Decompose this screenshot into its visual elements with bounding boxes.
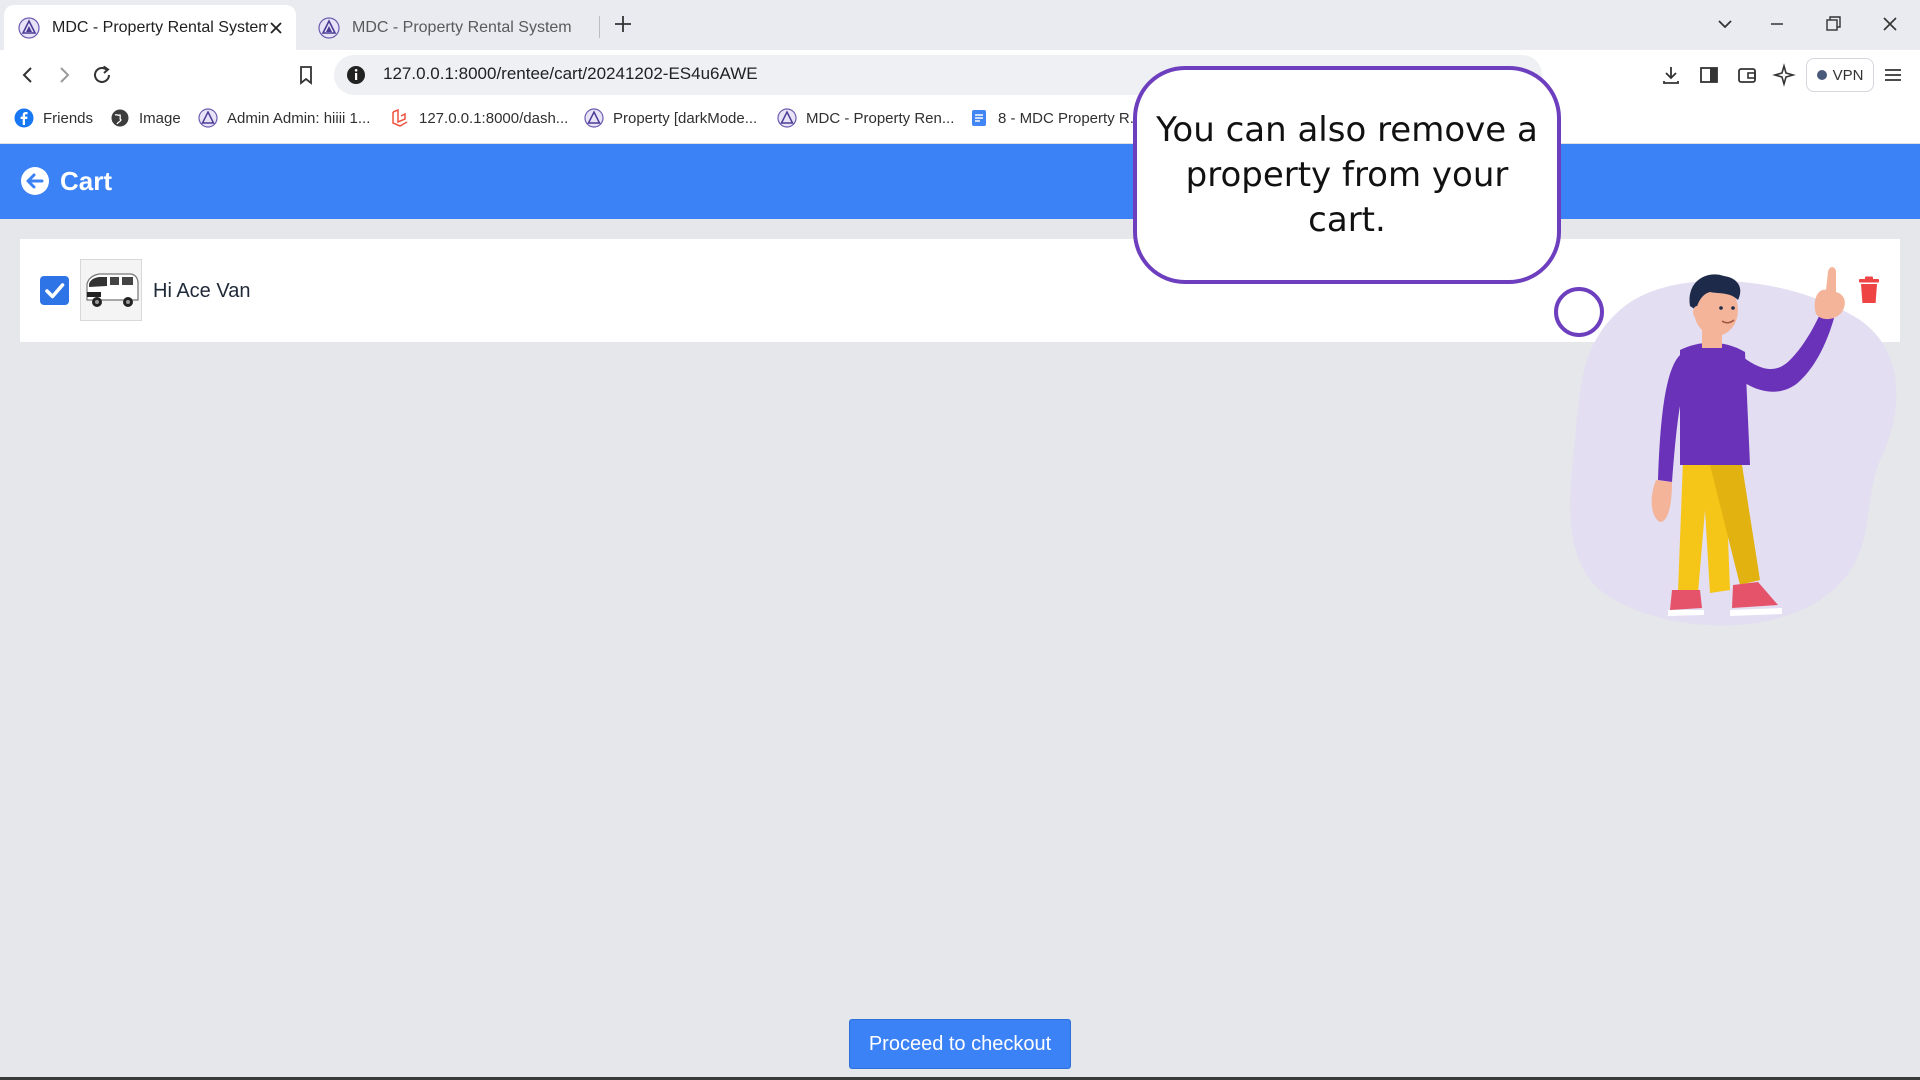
mdc-logo-icon	[318, 16, 340, 39]
facebook-icon	[14, 108, 34, 128]
tab-title: MDC - Property Rental System	[52, 18, 268, 36]
mdc-logo-icon	[777, 108, 797, 128]
pointing-person-illustration	[1570, 267, 1897, 626]
tab-title: MDC - Property Rental System	[352, 18, 572, 36]
bookmark-label: MDC - Property Ren...	[806, 109, 955, 127]
vpn-label: VPN	[1832, 66, 1864, 84]
bookmark-label: Admin Admin: hiiii 1...	[227, 109, 371, 127]
mdc-logo-icon	[18, 16, 40, 39]
vpn-button[interactable]: VPN	[1806, 58, 1874, 92]
bookmark-label: 8 - MDC Property R...	[998, 109, 1143, 127]
bookmark-label: Image	[139, 109, 181, 127]
menu-icon[interactable]	[1881, 63, 1905, 87]
item-name: Hi Ace Van	[153, 280, 251, 302]
bookmark-item[interactable]: 8 - MDC Property R...	[969, 107, 1142, 129]
tutorial-speech-bubble: You can also remove a property from your…	[1133, 66, 1561, 284]
forward-arrow-icon[interactable]	[52, 63, 76, 87]
reload-icon[interactable]	[90, 63, 114, 87]
mdc-logo-icon	[584, 108, 604, 128]
item-thumbnail	[80, 259, 142, 321]
bookmark-item[interactable]: Property [darkMode...	[584, 107, 757, 129]
bookmark-label: Friends	[43, 109, 94, 127]
docs-icon	[972, 110, 986, 126]
app-header	[0, 144, 1920, 219]
page-title: Cart	[60, 166, 113, 196]
close-icon[interactable]	[268, 20, 284, 36]
bookmark-icon[interactable]	[294, 63, 318, 87]
close-window-icon[interactable]	[1878, 12, 1902, 36]
bookmark-item[interactable]: 127.0.0.1:8000/dash...	[390, 107, 568, 129]
van-image-icon	[81, 260, 141, 320]
download-icon[interactable]	[1659, 63, 1683, 87]
proceed-to-checkout-button[interactable]: Proceed to checkout	[849, 1019, 1071, 1069]
bookmark-item[interactable]: Admin Admin: hiiii 1...	[198, 107, 370, 129]
wallet-icon[interactable]	[1735, 63, 1759, 87]
bookmark-item[interactable]: Friends	[14, 107, 93, 129]
vpn-status-icon	[1816, 70, 1827, 80]
back-circle-arrow-icon[interactable]	[20, 166, 50, 196]
mdc-logo-icon	[198, 108, 218, 128]
minimize-icon[interactable]	[1765, 12, 1789, 36]
laravel-icon	[392, 108, 408, 127]
sidebar-icon[interactable]	[1697, 63, 1721, 87]
globe-icon	[111, 109, 129, 127]
new-tab-icon[interactable]	[612, 13, 634, 35]
bookmark-item[interactable]: MDC - Property Ren...	[777, 107, 954, 129]
aria-ai-icon[interactable]	[1772, 63, 1796, 87]
tab-active[interactable]: MDC - Property Rental System	[4, 5, 296, 50]
bookmark-label: Property [darkMode...	[613, 109, 758, 127]
restore-icon[interactable]	[1821, 12, 1845, 36]
bookmark-label: 127.0.0.1:8000/dash...	[419, 109, 569, 127]
tab-inactive[interactable]: MDC - Property Rental System	[308, 5, 598, 50]
item-checkbox[interactable]	[40, 276, 69, 305]
checkmark-icon	[45, 283, 65, 299]
site-info-icon[interactable]	[344, 63, 368, 87]
back-arrow-icon[interactable]	[16, 63, 40, 87]
tab-separator	[599, 16, 600, 38]
bookmark-item[interactable]: Image	[110, 107, 181, 129]
tab-search-chevron-icon[interactable]	[1713, 12, 1737, 36]
url-text: 127.0.0.1:8000/rentee/cart/20241202-ES4u…	[383, 64, 758, 83]
tutorial-message: You can also remove a property from your…	[1156, 109, 1538, 240]
